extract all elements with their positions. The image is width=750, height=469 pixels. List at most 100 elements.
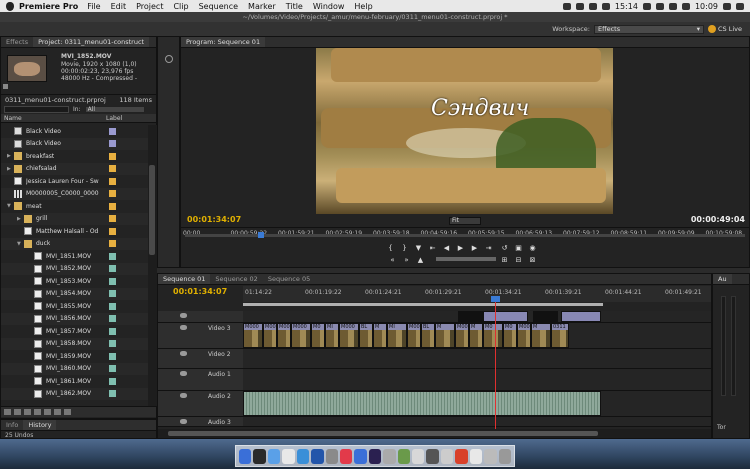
list-icon[interactable] [736, 2, 744, 10]
video-clip[interactable]: M00 [455, 323, 469, 348]
track-area[interactable] [243, 391, 711, 417]
video-clip[interactable]: BL [359, 323, 373, 348]
title-clip[interactable] [533, 311, 558, 322]
list-item[interactable]: MVI_1852.MOV [1, 262, 148, 275]
extract-icon[interactable]: ⊟ [514, 256, 523, 264]
dock-app-icon[interactable] [239, 448, 252, 464]
video-clip[interactable]: 0311 [551, 323, 569, 348]
menu-title[interactable]: Title [286, 2, 303, 11]
volume-icon[interactable] [655, 2, 664, 10]
track-header[interactable]: Video 3 [158, 323, 243, 349]
menu-project[interactable]: Project [136, 2, 163, 11]
app-menu[interactable]: Premiere Pro [19, 2, 78, 11]
dock-app-icon[interactable] [253, 448, 266, 464]
list-item[interactable]: MVI_1861.MOV [1, 375, 148, 388]
title-clip[interactable] [483, 311, 528, 322]
dock-app-icon[interactable] [484, 448, 497, 464]
track-area[interactable] [243, 311, 711, 323]
list-item[interactable]: MVI_1856.MOV [1, 312, 148, 325]
timeline-scrollbar[interactable] [158, 429, 711, 438]
track-area[interactable] [243, 417, 711, 427]
dock-app-icon[interactable] [383, 448, 396, 464]
program-ruler[interactable]: 00:0000:00:59:2200:01:59:2100:02:59:1900… [181, 227, 750, 239]
video-clip[interactable]: M00 [407, 323, 421, 348]
mark-in-icon[interactable]: { [386, 244, 395, 252]
menu-window[interactable]: Window [313, 2, 345, 11]
list-item[interactable]: ▶ chiefsalad [1, 162, 148, 175]
menu-sequence[interactable]: Sequence [199, 2, 238, 11]
target-icon[interactable] [165, 55, 173, 63]
find-icon[interactable] [34, 409, 41, 415]
step-back-icon[interactable]: ◀ [442, 244, 451, 252]
menu-marker[interactable]: Marker [248, 2, 276, 11]
title-clip[interactable] [458, 311, 483, 322]
dock-app-icon[interactable] [325, 448, 338, 464]
new-bin-icon[interactable] [44, 409, 51, 415]
dropbox-icon[interactable] [562, 2, 571, 10]
list-item[interactable]: ▼ meat [1, 200, 148, 213]
timeline-ruler[interactable]: 01:14:22 00:01:19:22 00:01:24:21 00:01:29:2… [243, 286, 711, 302]
menu-file[interactable]: File [87, 2, 100, 11]
trim-icon[interactable]: ⊞ [500, 256, 509, 264]
track-header[interactable] [158, 311, 243, 323]
video-clip[interactable]: M0 [503, 323, 517, 348]
list-item[interactable]: M0000005_C0000_0000 [1, 187, 148, 200]
menubar-clock[interactable]: 10:09 [695, 2, 718, 11]
search-input[interactable] [4, 105, 69, 113]
video-clip[interactable]: MI [387, 323, 407, 348]
dock-app-icon[interactable] [455, 448, 468, 464]
sequence-timecode[interactable]: 00:01:34:07 [173, 287, 227, 296]
shuttle-back-icon[interactable]: « [388, 256, 397, 264]
tab-sequence-01[interactable]: Sequence 01 [158, 274, 211, 284]
video-clip[interactable]: M0 [483, 323, 503, 348]
list-item[interactable]: ▶ grill [1, 212, 148, 225]
track-header[interactable]: Audio 1 [158, 369, 243, 391]
eye-icon[interactable] [180, 325, 187, 330]
list-item[interactable]: ▶ breakfast [1, 150, 148, 163]
search-icon[interactable] [723, 2, 731, 10]
wifi-icon[interactable] [642, 2, 651, 10]
list-item[interactable]: Black Video [1, 125, 148, 138]
speaker-icon[interactable] [180, 371, 187, 376]
dock-app-icon[interactable] [368, 448, 382, 464]
trash-icon[interactable] [64, 409, 71, 415]
twirl-icon[interactable]: ▶ [17, 216, 24, 222]
go-to-in-icon[interactable]: ⇤ [428, 244, 437, 252]
jog-slider[interactable] [436, 257, 496, 261]
tab-info[interactable]: Info [1, 420, 23, 430]
dock-app-icon[interactable] [498, 448, 512, 464]
list-view-icon[interactable] [4, 409, 11, 415]
battery-icon[interactable] [681, 2, 690, 10]
track-header[interactable]: Video 2 [158, 349, 243, 369]
track-area[interactable]: M000M000M000M000M0MIM000BLMMIM00BLMM00MM… [243, 323, 711, 349]
eye-icon[interactable] [180, 313, 187, 318]
work-area-bar[interactable] [243, 303, 603, 306]
play-button-icon[interactable]: ▶ [456, 244, 465, 252]
track-header[interactable]: Audio 3 [158, 417, 243, 427]
eye-icon[interactable] [180, 351, 187, 356]
track-header[interactable]: Audio 2 [158, 391, 243, 417]
settings-icon[interactable]: ⊠ [528, 256, 537, 264]
menu-edit[interactable]: Edit [111, 2, 127, 11]
go-to-out-icon[interactable]: ⇥ [484, 244, 493, 252]
video-clip[interactable]: MI [325, 323, 339, 348]
program-current-timecode[interactable]: 00:01:34:07 [187, 215, 241, 224]
tab-sequence-05[interactable]: Sequence 05 [263, 274, 315, 284]
list-item[interactable]: MVI_1854.MOV [1, 287, 148, 300]
cs-live-button[interactable]: CS Live [707, 25, 742, 33]
tab-audio[interactable]: Au [713, 274, 732, 284]
tab-sequence-02[interactable]: Sequence 02 [210, 274, 262, 284]
twirl-icon[interactable]: ▶ [7, 166, 14, 172]
dock-app-icon[interactable] [412, 448, 425, 464]
mark-out-icon[interactable]: } [400, 244, 409, 252]
dock-app-icon[interactable] [296, 448, 310, 464]
jog-icon[interactable]: » [402, 256, 411, 264]
apple-icon[interactable] [6, 1, 14, 11]
automate-icon[interactable] [24, 409, 31, 415]
program-scrubber[interactable] [185, 232, 745, 238]
dock-app-icon[interactable] [339, 448, 353, 464]
video-clip[interactable]: M [435, 323, 455, 348]
column-name[interactable]: Name [1, 115, 106, 122]
dock-app-icon[interactable] [469, 448, 483, 464]
column-label[interactable]: Label [106, 115, 122, 122]
